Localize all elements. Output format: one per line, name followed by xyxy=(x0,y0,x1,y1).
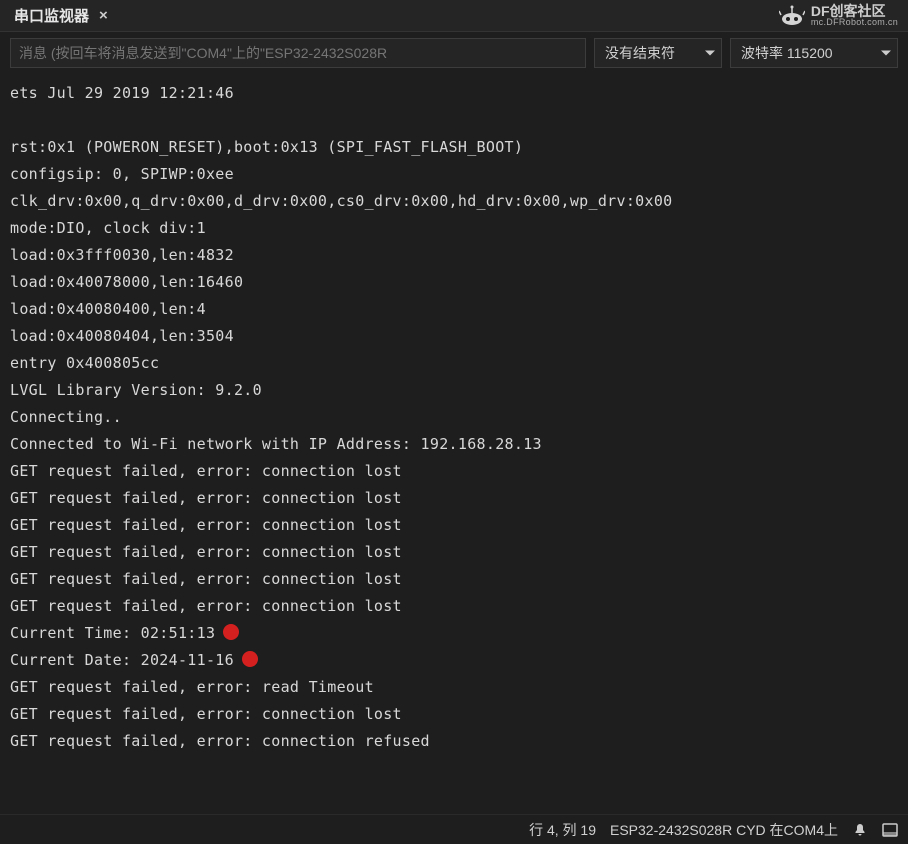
console-line xyxy=(10,107,898,134)
tab-title: 串口监视器 xyxy=(14,5,89,26)
console-line: GET request failed, error: connection lo… xyxy=(10,701,898,728)
console-line: GET request failed, error: read Timeout xyxy=(10,674,898,701)
console-line: GET request failed, error: connection lo… xyxy=(10,566,898,593)
console-line: GET request failed, error: connection lo… xyxy=(10,458,898,485)
bell-icon[interactable] xyxy=(852,822,868,838)
console-line: load:0x40080400,len:4 xyxy=(10,296,898,323)
console-line: Connecting.. xyxy=(10,404,898,431)
console-line: Current Date: 2024-11-16 xyxy=(10,647,898,674)
console-line: rst:0x1 (POWERON_RESET),boot:0x13 (SPI_F… xyxy=(10,134,898,161)
console-line: GET request failed, error: connection re… xyxy=(10,728,898,755)
close-icon[interactable]: × xyxy=(99,7,108,24)
watermark-brand: DF创客社区 xyxy=(811,4,898,18)
console-line: GET request failed, error: connection lo… xyxy=(10,593,898,620)
titlebar: 串口监视器 × xyxy=(0,0,908,32)
statusbar: 行 4, 列 19 ESP32-2432S028R CYD 在COM4上 xyxy=(0,814,908,844)
message-input[interactable] xyxy=(10,38,586,68)
console-line: Connected to Wi-Fi network with IP Addre… xyxy=(10,431,898,458)
console-line: GET request failed, error: connection lo… xyxy=(10,485,898,512)
console-line: load:0x40080404,len:3504 xyxy=(10,323,898,350)
console-line: entry 0x400805cc xyxy=(10,350,898,377)
toolbar: 没有结束符 波特率 115200 xyxy=(0,32,908,74)
watermark-url: mc.DFRobot.com.cn xyxy=(811,18,898,27)
console-line: load:0x40078000,len:16460 xyxy=(10,269,898,296)
annotation-dot-icon xyxy=(223,624,239,640)
chevron-down-icon xyxy=(881,51,891,56)
annotation-dot-icon xyxy=(242,651,258,667)
console-line: mode:DIO, clock div:1 xyxy=(10,215,898,242)
console-line: LVGL Library Version: 9.2.0 xyxy=(10,377,898,404)
panel-toggle-icon[interactable] xyxy=(882,823,898,837)
serial-monitor-tab[interactable]: 串口监视器 × xyxy=(8,1,114,30)
console-line: GET request failed, error: connection lo… xyxy=(10,539,898,566)
line-ending-dropdown[interactable]: 没有结束符 xyxy=(594,38,722,68)
console-line: load:0x3fff0030,len:4832 xyxy=(10,242,898,269)
line-ending-value: 没有结束符 xyxy=(605,43,675,63)
board-port-status[interactable]: ESP32-2432S028R CYD 在COM4上 xyxy=(610,820,838,840)
watermark: DF创客社区 mc.DFRobot.com.cn xyxy=(779,4,898,27)
console-line: configsip: 0, SPIWP:0xee xyxy=(10,161,898,188)
chevron-down-icon xyxy=(705,51,715,56)
console-line: ets Jul 29 2019 12:21:46 xyxy=(10,80,898,107)
baud-rate-value: 波特率 115200 xyxy=(741,43,833,63)
baud-rate-dropdown[interactable]: 波特率 115200 xyxy=(730,38,898,68)
console-line: Current Time: 02:51:13 xyxy=(10,620,898,647)
cursor-position: 行 4, 列 19 xyxy=(529,820,596,840)
serial-console[interactable]: ets Jul 29 2019 12:21:46 rst:0x1 (POWERO… xyxy=(0,74,908,814)
console-line: GET request failed, error: connection lo… xyxy=(10,512,898,539)
console-line: clk_drv:0x00,q_drv:0x00,d_drv:0x00,cs0_d… xyxy=(10,188,898,215)
robot-icon xyxy=(779,5,805,27)
